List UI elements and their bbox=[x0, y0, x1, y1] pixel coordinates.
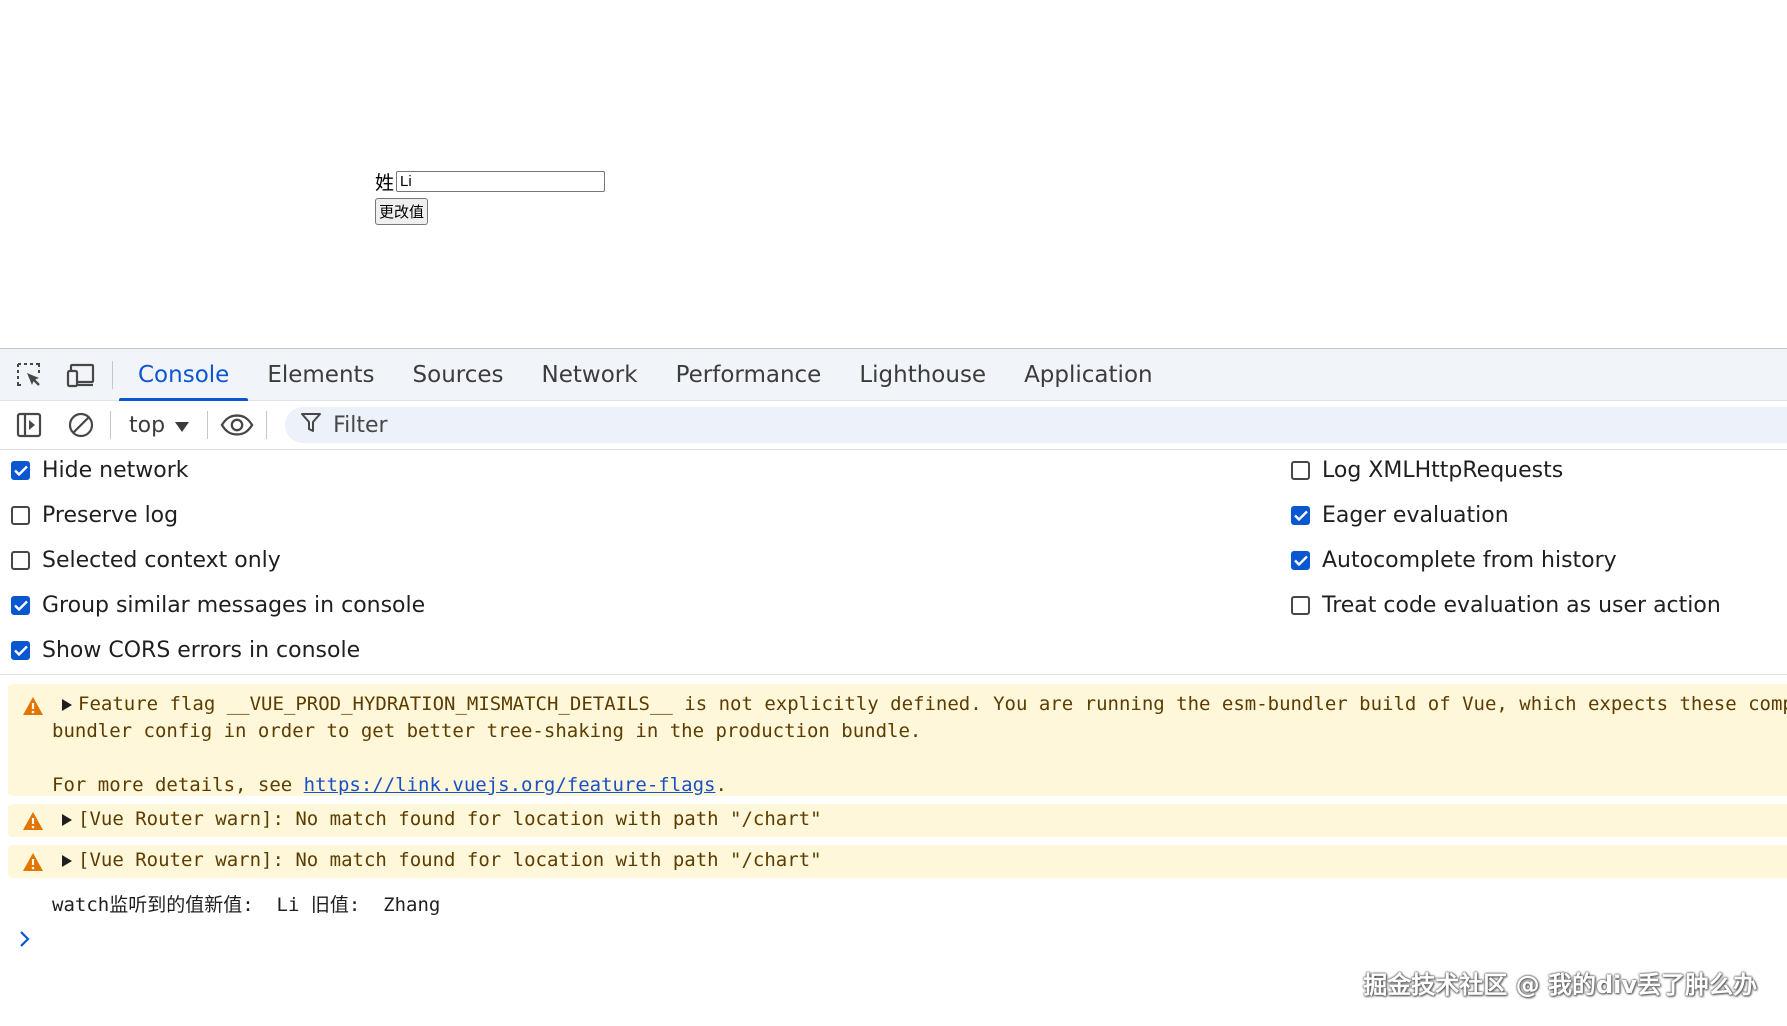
warning-details-line: For more details, see https://link.vuejs… bbox=[52, 774, 727, 796]
surname-form-row: 姓 bbox=[375, 168, 606, 195]
tab-elements[interactable]: Elements bbox=[248, 349, 393, 400]
toolbar-separator bbox=[266, 411, 268, 439]
setting-label: Treat code evaluation as user action bbox=[1322, 593, 1721, 618]
console-settings-pane: Hide network Preserve log Selected conte… bbox=[0, 450, 1787, 675]
setting-label: Selected context only bbox=[42, 548, 281, 573]
setting-hide-network[interactable]: Hide network bbox=[11, 458, 189, 483]
console-prompt-chevron-icon[interactable] bbox=[19, 930, 31, 952]
feature-flags-link[interactable]: https://link.vuejs.org/feature-flags bbox=[304, 774, 716, 796]
tab-performance[interactable]: Performance bbox=[657, 349, 841, 400]
tab-application[interactable]: Application bbox=[1005, 349, 1172, 400]
setting-log-xhr[interactable]: Log XMLHttpRequests bbox=[1291, 458, 1563, 483]
inspect-element-icon[interactable] bbox=[12, 358, 46, 392]
surname-input[interactable] bbox=[396, 171, 606, 192]
checkbox[interactable] bbox=[1291, 551, 1310, 570]
setting-label: Show CORS errors in console bbox=[42, 638, 361, 663]
setting-label: Preserve log bbox=[42, 503, 179, 528]
setting-treat-code-eval-user-action[interactable]: Treat code evaluation as user action bbox=[1291, 593, 1721, 618]
sidebar-toggle-icon[interactable] bbox=[12, 408, 46, 442]
devtools-tabbar: Console Elements Sources Network Perform… bbox=[0, 349, 1787, 401]
page-viewport: 姓 更改值 bbox=[0, 0, 1787, 348]
checkbox[interactable] bbox=[11, 596, 30, 615]
console-log-line: watch监听到的值新值: Li 旧值: Zhang bbox=[52, 894, 441, 916]
setting-label: Eager evaluation bbox=[1322, 503, 1509, 528]
setting-label: Hide network bbox=[42, 458, 189, 483]
change-value-button[interactable]: 更改值 bbox=[375, 198, 429, 225]
tab-lighthouse[interactable]: Lighthouse bbox=[840, 349, 1005, 400]
expand-arrow-icon[interactable] bbox=[62, 814, 72, 826]
console-warning: [Vue Router warn]: No match found for lo… bbox=[8, 845, 1787, 878]
devtools-panel: Console Elements Sources Network Perform… bbox=[0, 348, 1787, 1026]
checkbox[interactable] bbox=[1291, 596, 1310, 615]
setting-group-similar[interactable]: Group similar messages in console bbox=[11, 593, 425, 618]
context-selector-label: top bbox=[129, 412, 166, 438]
warning-text-line: [Vue Router warn]: No match found for lo… bbox=[78, 849, 822, 871]
expand-arrow-icon[interactable] bbox=[62, 855, 72, 867]
setting-autocomplete-history[interactable]: Autocomplete from history bbox=[1291, 548, 1617, 573]
warning-triangle-icon bbox=[22, 852, 44, 877]
setting-label: Group similar messages in console bbox=[42, 593, 426, 618]
checkbox[interactable] bbox=[1291, 461, 1310, 480]
live-expression-eye-icon[interactable] bbox=[220, 408, 254, 442]
console-warning: [Vue Router warn]: No match found for lo… bbox=[8, 804, 1787, 837]
warning-triangle-icon bbox=[22, 811, 44, 836]
console-warning: Feature flag __VUE_PROD_HYDRATION_MISMAT… bbox=[8, 684, 1787, 796]
warning-details-prefix: For more details, see bbox=[52, 774, 304, 796]
filter-funnel-icon bbox=[301, 412, 322, 438]
warning-details-suffix: . bbox=[715, 774, 727, 796]
checkbox[interactable] bbox=[1291, 506, 1310, 525]
warning-triangle-icon bbox=[22, 696, 44, 721]
setting-eager-evaluation[interactable]: Eager evaluation bbox=[1291, 503, 1509, 528]
setting-label: Autocomplete from history bbox=[1322, 548, 1617, 573]
expand-arrow-icon[interactable] bbox=[62, 699, 72, 711]
device-toolbar-icon[interactable] bbox=[64, 358, 98, 392]
tab-console[interactable]: Console bbox=[119, 349, 249, 401]
tab-sources[interactable]: Sources bbox=[394, 349, 523, 400]
checkbox[interactable] bbox=[11, 506, 30, 525]
surname-label: 姓 bbox=[375, 172, 395, 194]
console-toolbar: top Filter bbox=[0, 401, 1787, 450]
checkbox[interactable] bbox=[11, 461, 30, 480]
checkbox[interactable] bbox=[11, 641, 30, 660]
setting-show-cors-errors[interactable]: Show CORS errors in console bbox=[11, 638, 360, 663]
setting-selected-context-only[interactable]: Selected context only bbox=[11, 548, 281, 573]
setting-preserve-log[interactable]: Preserve log bbox=[11, 503, 178, 528]
clear-console-icon[interactable] bbox=[64, 408, 98, 442]
dropdown-triangle-icon bbox=[175, 413, 190, 438]
toolbar-separator bbox=[207, 411, 209, 439]
warning-text-line: bundler config in order to get better tr… bbox=[52, 720, 922, 742]
warning-text-line: [Vue Router warn]: No match found for lo… bbox=[78, 808, 822, 830]
tabbar-separator bbox=[112, 360, 113, 389]
checkbox[interactable] bbox=[11, 551, 30, 570]
filter-input[interactable]: Filter bbox=[285, 407, 1787, 443]
toolbar-separator bbox=[110, 411, 111, 439]
setting-label: Log XMLHttpRequests bbox=[1322, 458, 1564, 483]
warning-text-line: Feature flag __VUE_PROD_HYDRATION_MISMAT… bbox=[78, 693, 1787, 715]
watermark: 掘金技术社区 @ 我的div丢了肿么办 bbox=[1363, 971, 1757, 999]
context-selector[interactable]: top bbox=[123, 413, 195, 438]
filter-placeholder: Filter bbox=[333, 412, 388, 438]
tab-network[interactable]: Network bbox=[523, 349, 657, 400]
